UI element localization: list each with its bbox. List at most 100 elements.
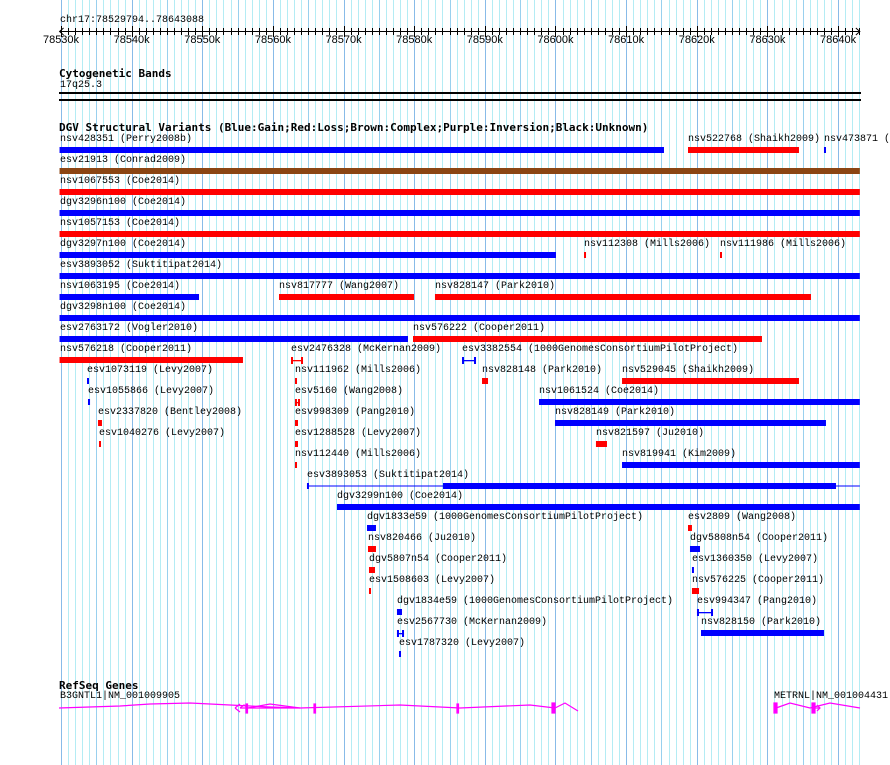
sv-feature-glyph bbox=[59, 210, 860, 216]
sv-feature-glyph bbox=[823, 147, 826, 153]
sv-bar bbox=[443, 483, 836, 489]
sv-feature-glyph bbox=[622, 378, 799, 384]
sv-feature-label: nsv1057153 (Coe2014) bbox=[60, 218, 181, 229]
sv-feature-label: esv998309 (Pang2010) bbox=[295, 407, 416, 418]
sv-feature-label: nsv112440 (Mills2006) bbox=[295, 449, 422, 460]
sv-feature-glyph bbox=[59, 231, 860, 237]
sv-feature-glyph bbox=[59, 315, 860, 321]
sv-feature-label: esv2763172 (Vogler2010) bbox=[60, 323, 199, 334]
sv-bar bbox=[412, 336, 762, 342]
sv-feature-label: nsv1067553 (Coe2014) bbox=[60, 176, 181, 187]
sv-bar bbox=[689, 546, 701, 552]
sv-feature-label: nsv576225 (Cooper2011) bbox=[692, 575, 825, 586]
sv-feature-glyph bbox=[434, 294, 811, 300]
sv-bar bbox=[691, 567, 694, 573]
gene-metrnl[interactable] bbox=[773, 702, 861, 714]
sv-feature-label: dgv3298n100 (Coe2014) bbox=[60, 302, 187, 313]
sv-feature-label: nsv828147 (Park2010) bbox=[435, 281, 556, 292]
sv-feature-label: nsv576218 (Cooper2011) bbox=[60, 344, 193, 355]
sv-bar bbox=[700, 630, 824, 636]
sv-feature-label: nsv1061524 (Coe2014) bbox=[539, 386, 660, 397]
sv-feature-label: nsv1063195 (Coe2014) bbox=[60, 281, 181, 292]
sv-feature-label: nsv522768 (Shaikh2009) bbox=[688, 134, 821, 145]
sv-feature-glyph bbox=[689, 546, 701, 552]
refseq-genes bbox=[58, 702, 861, 714]
sv-feature-label: nsv111962 (Mills2006) bbox=[295, 365, 422, 376]
sv-feature-glyph bbox=[399, 651, 402, 657]
sv-feature-glyph bbox=[700, 630, 824, 636]
sv-feature-label: nsv828150 (Park2010) bbox=[701, 617, 822, 628]
sv-feature-glyph bbox=[720, 252, 723, 258]
sv-feature-label: esv1040276 (Levy2007) bbox=[99, 428, 226, 439]
sv-bar bbox=[434, 294, 811, 300]
sv-feature-glyph bbox=[595, 441, 607, 447]
sv-bar bbox=[59, 168, 860, 174]
sv-feature-label: nsv112308 (Mills2006) bbox=[584, 239, 711, 250]
sv-feature-label: dgv5807n54 (Cooper2011) bbox=[369, 554, 508, 565]
dgv-track: nsv428351 (Perry2008b) nsv522768 (Shaikh2… bbox=[0, 0, 890, 765]
sv-feature-label: nsv821597 (Ju2010) bbox=[596, 428, 705, 439]
sv-feature-label: esv1055866 (Levy2007) bbox=[88, 386, 215, 397]
gene-b3gntl1[interactable] bbox=[58, 702, 579, 714]
sv-feature-glyph bbox=[691, 567, 694, 573]
sv-bar bbox=[688, 525, 692, 531]
sv-feature-label: esv1787320 (Levy2007) bbox=[399, 638, 526, 649]
sv-bar bbox=[823, 147, 826, 153]
sv-feature-glyph bbox=[59, 189, 860, 195]
sv-bar bbox=[59, 189, 860, 195]
sv-bar bbox=[622, 462, 860, 468]
sv-bar bbox=[622, 378, 799, 384]
sv-bar bbox=[696, 612, 714, 614]
sv-feature-label: nsv529045 (Shaikh2009) bbox=[622, 365, 755, 376]
sv-feature-label: nsv820466 (Ju2010) bbox=[368, 533, 477, 544]
sv-bar bbox=[59, 231, 860, 237]
sv-feature-glyph bbox=[691, 588, 700, 594]
sv-bar bbox=[595, 441, 607, 447]
sv-bar bbox=[462, 360, 477, 362]
sv-feature-glyph bbox=[696, 609, 714, 616]
sv-feature-label: nsv828149 (Park2010) bbox=[555, 407, 676, 418]
sv-bar bbox=[59, 273, 860, 279]
sv-feature-label: esv2337820 (Bentley2008) bbox=[98, 407, 243, 418]
sv-feature-label: esv1508603 (Levy2007) bbox=[369, 575, 496, 586]
sv-feature-label: dgv3296n100 (Coe2014) bbox=[60, 197, 187, 208]
sv-feature-label: dgv5808n54 (Cooper2011) bbox=[690, 533, 829, 544]
sv-feature-glyph bbox=[306, 483, 860, 489]
sv-feature-label: nsv473871 ( bbox=[824, 134, 890, 145]
sv-feature-label: esv3382554 (1000GenomesConsortiumPilotPr… bbox=[462, 344, 739, 355]
sv-bar bbox=[59, 210, 860, 216]
sv-feature-label: esv3893053 (Suktitipat2014) bbox=[307, 470, 470, 481]
sv-feature-label: nsv819941 (Kim2009) bbox=[622, 449, 737, 460]
sv-feature-label: dgv1833e59 (1000GenomesConsortiumPilotPr… bbox=[367, 512, 644, 523]
sv-feature-label: nsv428351 (Perry2008b) bbox=[60, 134, 193, 145]
sv-feature-label: esv5160 (Wang2008) bbox=[295, 386, 404, 397]
sv-feature-glyph bbox=[462, 357, 477, 364]
sv-feature-glyph bbox=[554, 420, 826, 426]
sv-feature-label: nsv576222 (Cooper2011) bbox=[413, 323, 546, 334]
sv-feature-label: esv3893052 (Suktitipat2014) bbox=[60, 260, 223, 271]
sv-feature-glyph bbox=[59, 168, 860, 174]
sv-bar bbox=[59, 315, 860, 321]
sv-feature-glyph bbox=[336, 504, 860, 510]
sv-feature-glyph bbox=[539, 399, 860, 405]
sv-bar bbox=[539, 399, 860, 405]
sv-feature-glyph bbox=[688, 525, 692, 531]
sv-feature-label: esv1360350 (Levy2007) bbox=[692, 554, 819, 565]
sv-bar bbox=[720, 252, 723, 258]
sv-bar bbox=[336, 504, 860, 510]
sv-bar bbox=[554, 420, 826, 426]
sv-feature-glyph bbox=[59, 273, 860, 279]
sv-feature-label: esv1073119 (Levy2007) bbox=[87, 365, 214, 376]
sv-bar bbox=[399, 651, 402, 657]
sv-feature-label: dgv3297n100 (Coe2014) bbox=[60, 239, 187, 250]
sv-feature-label: dgv1834e59 (1000GenomesConsortiumPilotPr… bbox=[397, 596, 674, 607]
sv-bar bbox=[691, 588, 700, 594]
sv-feature-label: esv994347 (Pang2010) bbox=[697, 596, 818, 607]
sv-feature-label: dgv3299n100 (Coe2014) bbox=[337, 491, 464, 502]
sv-feature-glyph bbox=[412, 336, 762, 342]
sv-feature-label: esv2809 (Wang2008) bbox=[688, 512, 797, 523]
sv-feature-label: nsv111986 (Mills2006) bbox=[720, 239, 847, 250]
sv-feature-label: esv2476328 (McKernan2009) bbox=[291, 344, 442, 355]
sv-feature-label: esv2567730 (McKernan2009) bbox=[397, 617, 548, 628]
sv-feature-label: nsv817777 (Wang2007) bbox=[279, 281, 400, 292]
